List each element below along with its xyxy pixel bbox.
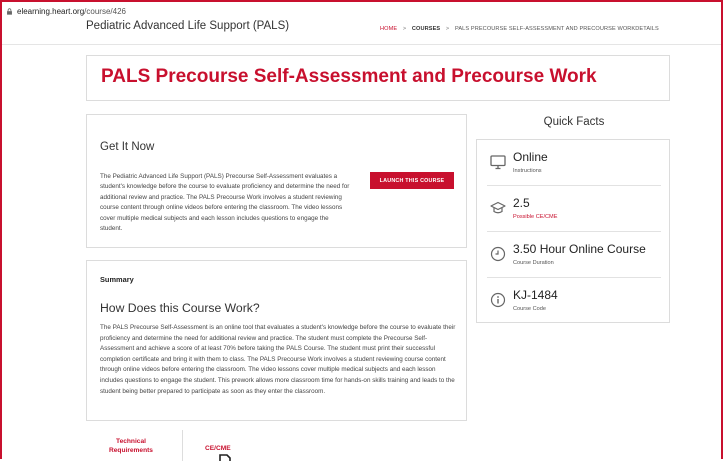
summary-description: The PALS Precourse Self-Assessment is an… <box>100 324 456 395</box>
summary-card: Summary How Does this Course Work? The P… <box>86 260 467 421</box>
fact-label[interactable]: Possible CE/CME <box>513 214 557 220</box>
url-path: /course/426 <box>84 6 126 16</box>
graduation-cap-icon <box>490 201 506 214</box>
tab-divider <box>182 430 183 461</box>
summary-heading: How Does this Course Work? <box>100 301 260 315</box>
fact-code: KJ-1484 Course Code <box>487 278 661 323</box>
url-host: elearning.heart.org <box>17 6 85 16</box>
breadcrumb: HOME > COURSES > PALS PRECOURSE SELF-ASS… <box>380 26 659 32</box>
summary-label: Summary <box>100 275 134 284</box>
monitor-icon <box>490 155 506 170</box>
get-it-now-card: Get It Now The Pediatric Advanced Life S… <box>86 114 467 248</box>
fact-value: 2.5 <box>513 196 530 210</box>
tab-technical-requirements[interactable]: Technical Requirements <box>100 437 162 455</box>
fact-delivery: Online Instructions <box>487 140 661 185</box>
breadcrumb-current: PALS PRECOURSE SELF-ASSESSMENT AND PRECO… <box>454 26 659 32</box>
fact-credits: 2.5 Possible CE/CME <box>487 186 661 231</box>
page-title: PALS Precourse Self-Assessment and Preco… <box>101 66 597 87</box>
fact-label: Instructions <box>513 168 542 174</box>
address-bar[interactable]: elearning.heart.org/course/426 <box>6 4 126 18</box>
get-it-now-heading: Get It Now <box>100 141 155 153</box>
breadcrumb-courses[interactable]: COURSES <box>412 26 440 32</box>
fact-label: Course Duration <box>513 260 554 266</box>
breadcrumb-home[interactable]: HOME <box>380 26 397 32</box>
title-card: PALS Precourse Self-Assessment and Preco… <box>86 55 670 101</box>
fact-duration: 3.50 Hour Online Course Course Duration <box>487 232 661 277</box>
tab-cecme[interactable]: CE/CME <box>205 444 255 453</box>
breadcrumb-separator: > <box>402 26 407 32</box>
info-icon <box>490 292 506 308</box>
site-title[interactable]: Pediatric Advanced Life Support (PALS) <box>86 20 289 32</box>
fact-value: KJ-1484 <box>513 288 558 302</box>
document-icon <box>219 454 231 461</box>
quick-facts-title: Quick Facts <box>543 116 605 128</box>
get-it-now-description: The Pediatric Advanced Life Support (PAL… <box>100 173 350 233</box>
clock-icon <box>490 246 506 262</box>
lock-icon <box>7 7 12 15</box>
breadcrumb-separator: > <box>445 26 450 32</box>
fact-value: Online <box>513 150 548 164</box>
launch-course-button[interactable]: LAUNCH THIS COURSE <box>370 172 454 189</box>
fact-value: 3.50 Hour Online Course <box>513 242 646 256</box>
fact-label: Course Code <box>513 306 546 312</box>
quick-facts-card: Online Instructions 2.5 Possible CE/CME … <box>476 139 670 323</box>
